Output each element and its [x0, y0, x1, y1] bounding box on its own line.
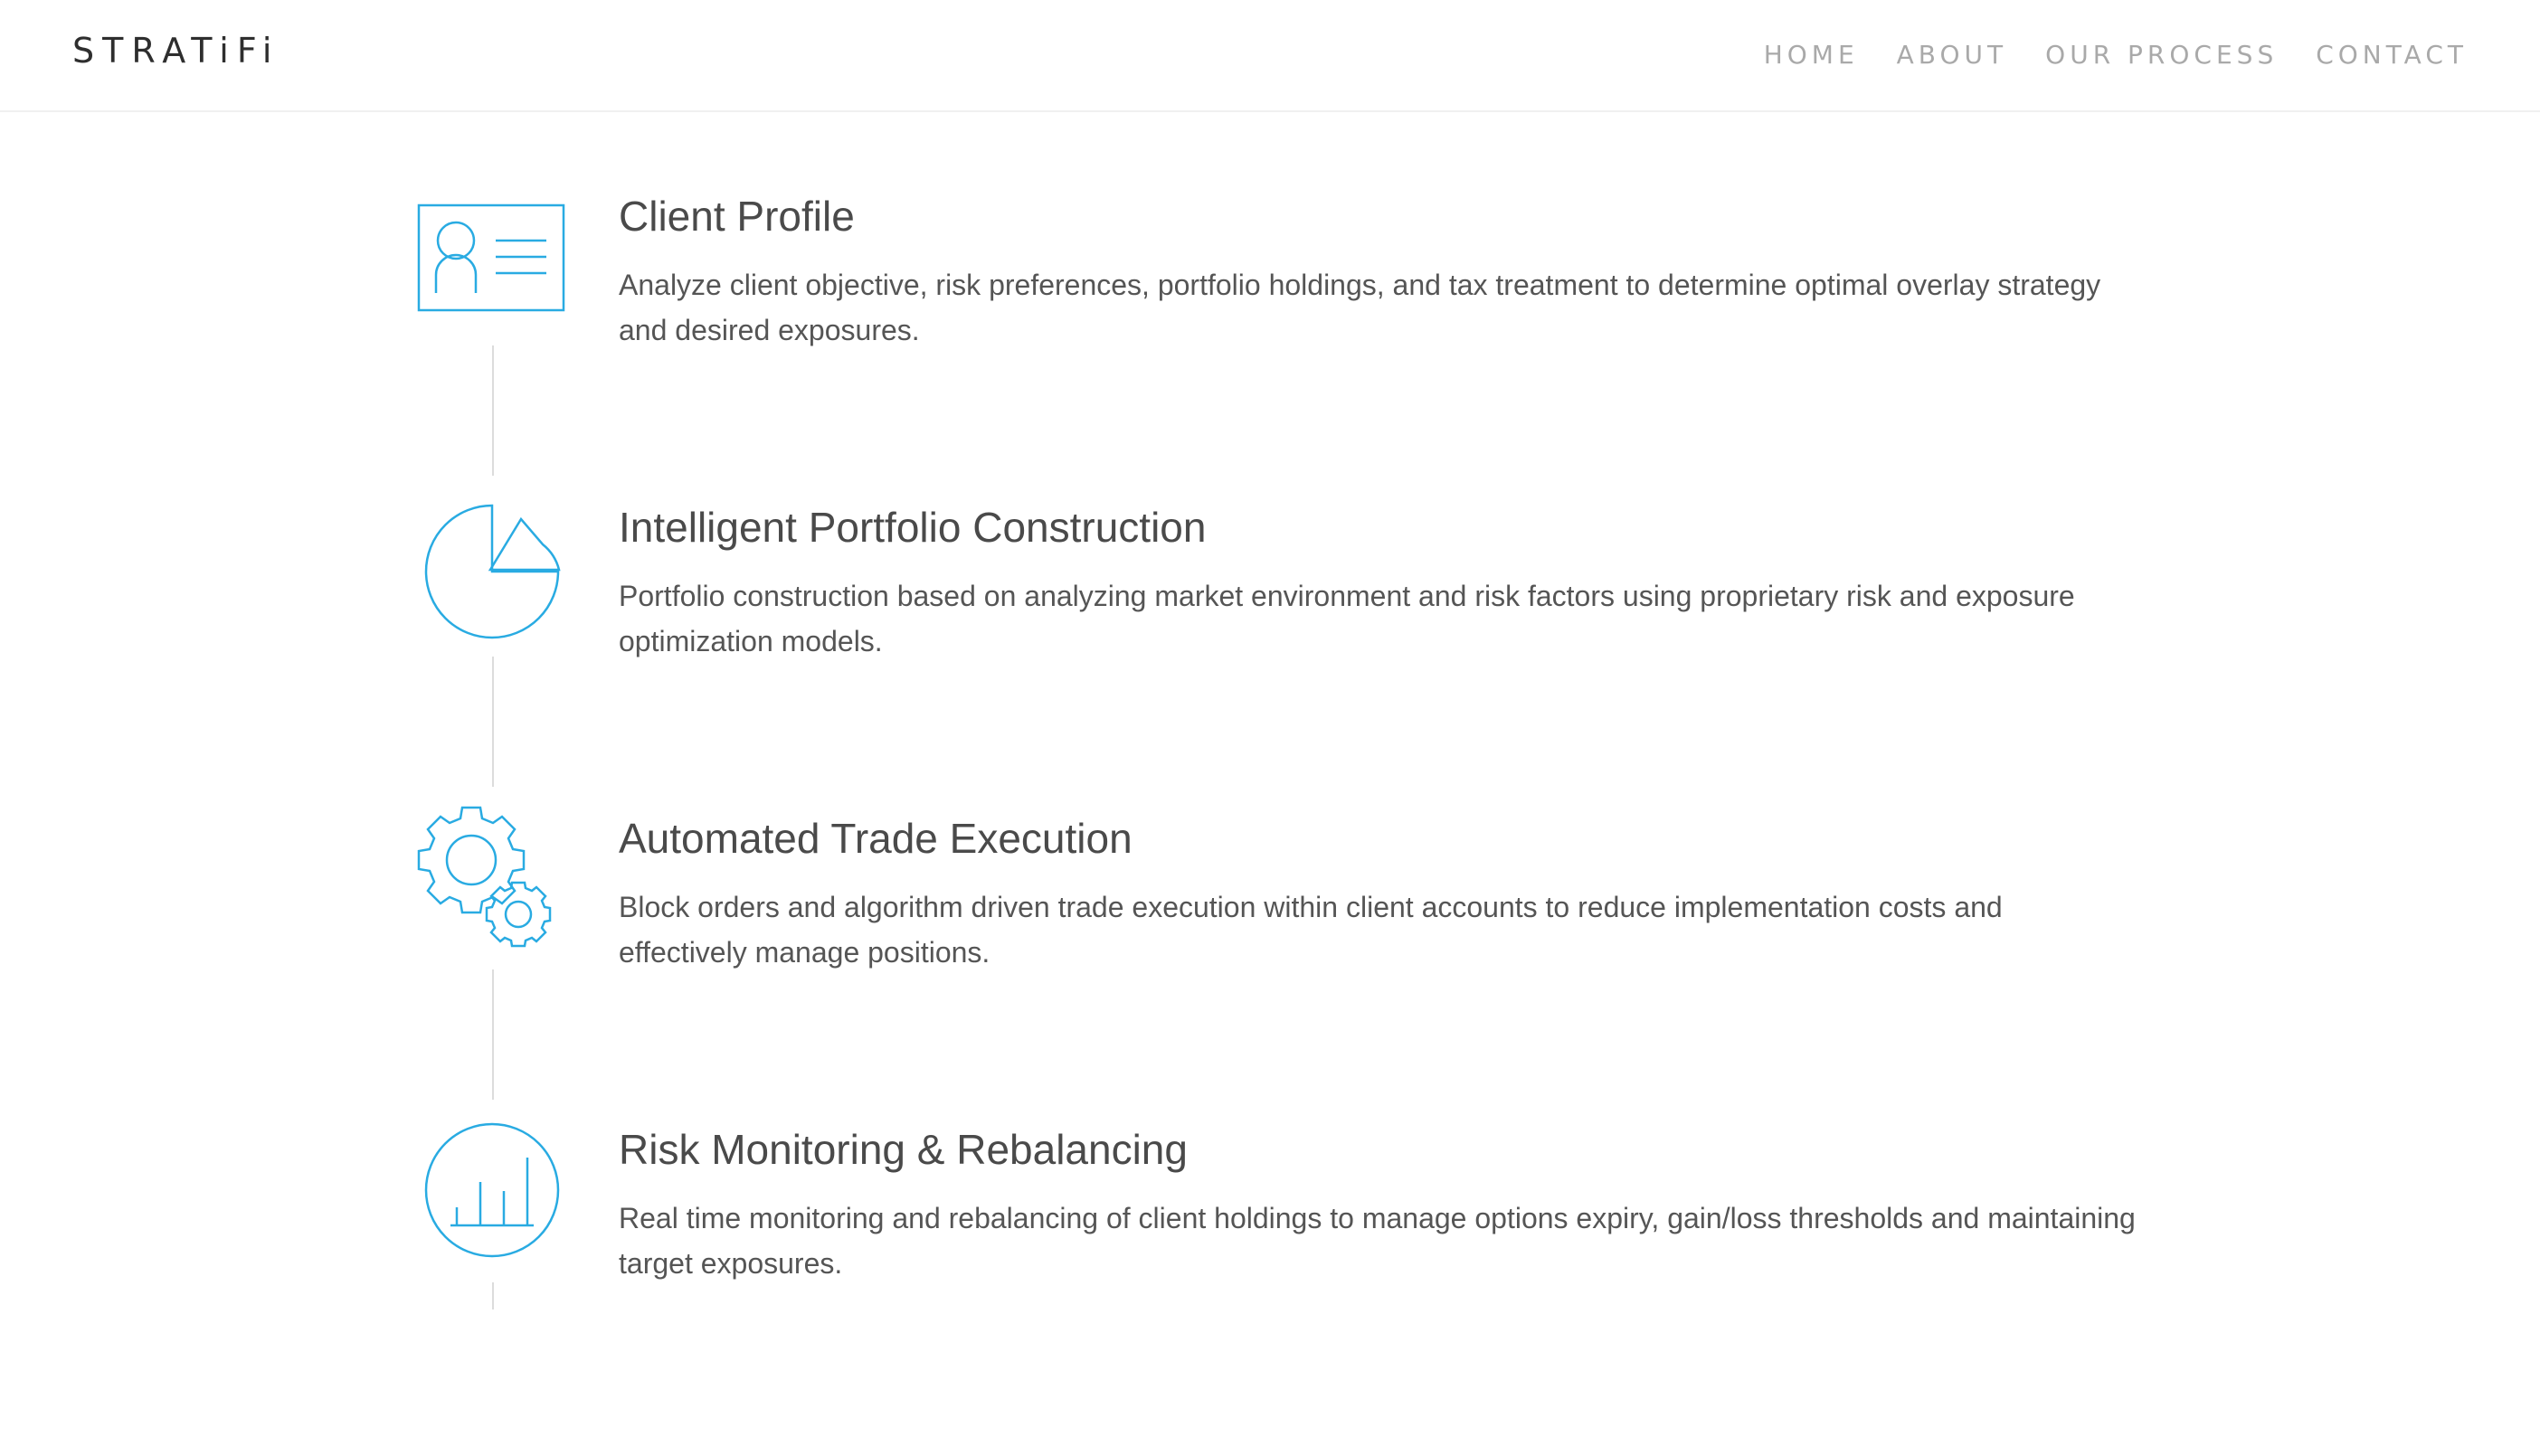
step-title-client-profile: Client Profile — [619, 193, 855, 240]
step-connector — [492, 657, 494, 787]
step-title-trade-execution: Automated Trade Execution — [619, 815, 1133, 862]
step-desc-portfolio-construction: Portfolio construction based on analyzin… — [619, 580, 2075, 657]
client-profile-card-icon — [416, 181, 570, 335]
step-connector — [492, 969, 494, 1100]
pie-chart-icon — [416, 497, 570, 651]
step-connector — [492, 345, 494, 476]
step-title-portfolio-construction: Intelligent Portfolio Construction — [619, 504, 1207, 551]
bar-chart-circle-icon — [416, 1114, 570, 1268]
step-desc-client-profile: Analyze client objective, risk preferenc… — [619, 269, 2101, 346]
process-steps: Client Profile Analyze client objective,… — [0, 0, 2540, 1456]
gears-icon — [416, 801, 570, 955]
step-desc-risk-monitoring: Real time monitoring and rebalancing of … — [619, 1202, 2136, 1280]
step-desc-trade-execution: Block orders and algorithm driven trade … — [619, 891, 2003, 969]
step-connector — [492, 1282, 494, 1309]
step-title-risk-monitoring: Risk Monitoring & Rebalancing — [619, 1126, 1188, 1173]
